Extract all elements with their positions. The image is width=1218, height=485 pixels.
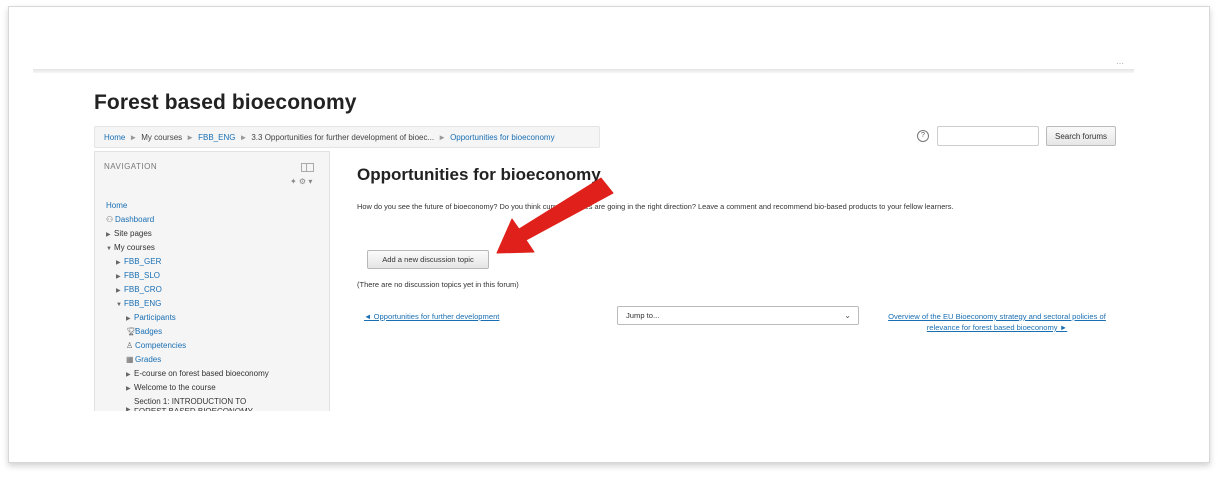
nav-item-participants[interactable]: ▶ Participants bbox=[104, 311, 323, 325]
add-discussion-topic-button[interactable]: Add a new discussion topic bbox=[367, 250, 489, 269]
empty-forum-message: (There are no discussion topics yet in t… bbox=[357, 280, 519, 289]
expand-arrow-icon[interactable]: ▶ bbox=[116, 284, 124, 298]
breadcrumb-separator: ► bbox=[239, 133, 248, 142]
nav-item-label[interactable]: FBB_CRO bbox=[124, 285, 162, 294]
expand-arrow-icon[interactable]: ▶ bbox=[126, 382, 134, 396]
nav-item-competencies[interactable]: ♙ Competencies bbox=[104, 339, 323, 353]
nav-item-section-1[interactable]: ▶Section 1: INTRODUCTION TO FOREST BASED… bbox=[104, 395, 323, 411]
nav-item-label[interactable]: FBB_GER bbox=[124, 257, 161, 266]
nav-item-label[interactable]: Home bbox=[106, 201, 127, 210]
nav-item-badges[interactable]: 🏆︎Badges bbox=[104, 325, 323, 339]
expand-arrow-icon[interactable]: ▶ bbox=[116, 256, 124, 270]
breadcrumb-current[interactable]: Opportunities for bioeconomy bbox=[450, 133, 555, 142]
collapse-arrow-icon[interactable]: ▼ bbox=[116, 298, 124, 312]
previous-activity-link[interactable]: ◄ Opportunities for further development bbox=[364, 312, 499, 321]
search-forums-button[interactable]: Search forums bbox=[1046, 126, 1116, 146]
dashboard-icon: ⚇ bbox=[106, 215, 114, 224]
collapse-arrow-icon[interactable]: ▼ bbox=[106, 242, 114, 256]
nav-item-grades[interactable]: ▦Grades bbox=[104, 353, 323, 367]
jump-to-value: Jump to... bbox=[626, 311, 660, 320]
nav-item-fbb-eng[interactable]: ▼ FBB_ENG bbox=[104, 297, 323, 311]
breadcrumb-separator: ► bbox=[438, 133, 447, 142]
site-title: Forest based bioeconomy bbox=[94, 91, 357, 114]
breadcrumb-course[interactable]: FBB_ENG bbox=[198, 133, 235, 142]
chevron-down-icon: ⌄ bbox=[844, 311, 851, 320]
nav-item-label: Welcome to the course bbox=[134, 383, 216, 392]
nav-item-label: E-course on forest based bioeconomy bbox=[134, 369, 269, 378]
nav-item-fbb-slo[interactable]: ▶ FBB_SLO bbox=[104, 269, 323, 283]
breadcrumb-my-courses[interactable]: My courses bbox=[141, 133, 182, 142]
nav-item-label[interactable]: FBB_SLO bbox=[124, 271, 160, 280]
nav-item-label: My courses bbox=[114, 243, 155, 252]
nav-item-label[interactable]: FBB_ENG bbox=[124, 299, 161, 308]
header-bar bbox=[33, 69, 1134, 73]
breadcrumb-separator: ► bbox=[186, 133, 195, 142]
nav-item-my-courses[interactable]: ▼ My courses bbox=[104, 241, 323, 255]
expand-arrow-icon[interactable]: ▶ bbox=[126, 397, 134, 411]
block-actions-icon[interactable]: ✦ ⚙ ▾ bbox=[290, 177, 312, 186]
breadcrumb-section[interactable]: 3.3 Opportunities for further developmen… bbox=[251, 133, 434, 142]
badge-icon: 🏆︎ bbox=[126, 327, 137, 336]
dock-icon[interactable] bbox=[301, 163, 314, 172]
nav-item-welcome[interactable]: ▶ Welcome to the course bbox=[104, 381, 323, 395]
nav-item-fbb-ger[interactable]: ▶ FBB_GER bbox=[104, 255, 323, 269]
nav-item-label[interactable]: Badges bbox=[135, 327, 162, 336]
jump-to-select[interactable]: Jump to... ⌄ bbox=[617, 306, 859, 325]
nav-item-home[interactable]: Home bbox=[104, 199, 323, 213]
competency-icon: ♙ bbox=[126, 341, 134, 350]
breadcrumb-home[interactable]: Home bbox=[104, 133, 125, 142]
forum-title: Opportunities for bioeconomy bbox=[357, 165, 601, 184]
expand-arrow-icon[interactable]: ▶ bbox=[126, 368, 134, 382]
navigation-header: NAVIGATION bbox=[104, 162, 158, 171]
nav-item-ecourse[interactable]: ▶ E-course on forest based bioeconomy bbox=[104, 367, 323, 381]
forum-intro: How do you see the future of bioeconomy?… bbox=[357, 202, 954, 211]
nav-item-label: Site pages bbox=[114, 229, 152, 238]
question-circle-icon[interactable]: ? bbox=[917, 130, 929, 142]
navigation-block: NAVIGATION ✦ ⚙ ▾ Home ⚇ Dashboard ▶ Site p… bbox=[94, 151, 330, 411]
header-menu-icon[interactable]: ⋯ bbox=[1116, 59, 1124, 68]
navigation-tree: Home ⚇ Dashboard ▶ Site pages ▼ My courses … bbox=[104, 199, 323, 411]
search-forums-input[interactable] bbox=[937, 126, 1039, 146]
nav-item-dashboard[interactable]: ⚇ Dashboard bbox=[104, 213, 323, 227]
expand-arrow-icon[interactable]: ▶ bbox=[106, 228, 114, 242]
nav-item-fbb-cro[interactable]: ▶ FBB_CRO bbox=[104, 283, 323, 297]
nav-item-label[interactable]: Participants bbox=[134, 313, 176, 322]
nav-item-label[interactable]: Grades bbox=[135, 355, 161, 364]
next-activity-link[interactable]: Overview of the EU Bioeconomy strategy a… bbox=[886, 311, 1108, 333]
breadcrumb: Home ► My courses ► FBB_ENG ► 3.3 Opportunitie… bbox=[94, 126, 600, 148]
nav-item-label: Section 1: INTRODUCTION TO FOREST BASED … bbox=[134, 397, 253, 411]
grades-icon: ▦ bbox=[126, 355, 134, 364]
expand-arrow-icon[interactable]: ▶ bbox=[116, 270, 124, 284]
nav-item-label[interactable]: Competencies bbox=[135, 341, 186, 350]
nav-item-site-pages[interactable]: ▶ Site pages bbox=[104, 227, 323, 241]
nav-item-label[interactable]: Dashboard bbox=[115, 215, 154, 224]
breadcrumb-separator: ► bbox=[129, 133, 138, 142]
expand-arrow-icon[interactable]: ▶ bbox=[126, 312, 134, 326]
